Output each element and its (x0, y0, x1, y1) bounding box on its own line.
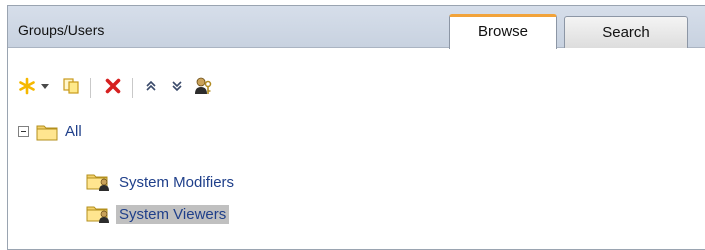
user-group-folder-icon (86, 206, 109, 223)
dropdown-arrow-icon (41, 84, 49, 89)
groups-tree: All System Modifiers System Viewers (8, 108, 705, 248)
collapse-all-icon (146, 80, 156, 91)
panel-header: Groups/Users Browse Search (8, 6, 705, 49)
collapse-toggle-icon[interactable] (18, 126, 29, 137)
user-key-icon (195, 77, 212, 94)
new-button[interactable] (16, 75, 38, 97)
tree-node-label: All (65, 123, 82, 140)
collapse-all-button[interactable] (142, 75, 160, 97)
tree-node-label: System Modifiers (119, 173, 235, 191)
tree-node-system-viewers[interactable]: System Viewers (86, 204, 230, 224)
groups-users-panel: Groups/Users Browse Search All System Mo… (7, 5, 705, 250)
toolbar-separator (132, 78, 133, 98)
duplicate-icon (63, 78, 79, 94)
panel-title: Groups/Users (18, 22, 105, 38)
user-group-folder-icon (86, 174, 109, 191)
toolbar-separator (90, 78, 91, 98)
delete-button[interactable] (102, 75, 124, 97)
new-menu-button[interactable] (38, 75, 52, 97)
delete-x-icon (105, 78, 121, 94)
tree-node-all[interactable]: All (18, 122, 85, 141)
new-star-icon (19, 77, 35, 95)
tab-search[interactable]: Search (564, 16, 688, 48)
tree-node-label-selected: System Viewers (116, 204, 230, 224)
expand-all-icon (172, 81, 182, 92)
permissions-button[interactable] (192, 75, 214, 97)
duplicate-button[interactable] (60, 75, 82, 97)
tree-node-system-modifiers[interactable]: System Modifiers (86, 172, 237, 192)
toolbar (8, 48, 705, 108)
folder-icon (36, 125, 58, 140)
expand-all-button[interactable] (168, 75, 186, 97)
tab-browse[interactable]: Browse (449, 14, 557, 49)
